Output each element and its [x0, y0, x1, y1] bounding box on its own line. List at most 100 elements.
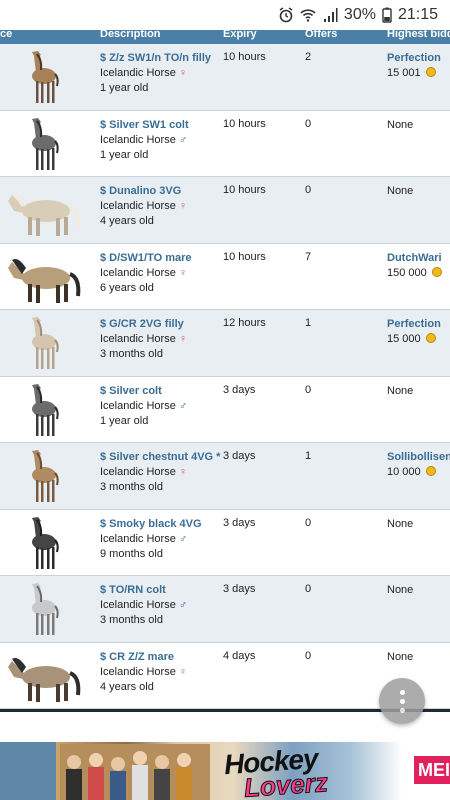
- horse-title-link[interactable]: $ G/CR 2VG filly: [100, 317, 187, 332]
- highest-bid-cell: None: [387, 650, 413, 665]
- table-row[interactable]: $ Z/z SW1/n TO/n filly Icelandic Horse ♀ 1 …: [0, 44, 450, 111]
- bid-amount: 15 001: [387, 66, 441, 81]
- horse-title-link[interactable]: $ Silver SW1 colt: [100, 118, 189, 133]
- horse-image[interactable]: [4, 514, 92, 572]
- expiry-cell: 12 hours: [223, 317, 266, 329]
- bidder-link[interactable]: DutchWari: [387, 251, 442, 266]
- bid-amount-value: 150 000: [387, 266, 427, 279]
- highest-bid-cell: DutchWari 150 000: [387, 251, 442, 281]
- horse-age: 9 months old: [100, 547, 163, 560]
- bidder-link[interactable]: Sollibollisen: [387, 450, 450, 465]
- table-row[interactable]: $ D/SW1/TO mare Icelandic Horse ♀ 6 years o…: [0, 243, 450, 310]
- ad-people-photo: [60, 744, 210, 800]
- offers-cell: 0: [305, 649, 312, 662]
- horse-title-link[interactable]: $ TO/RN colt: [100, 583, 187, 598]
- bidder-link[interactable]: Perfection: [387, 317, 441, 332]
- no-bid-text: None: [387, 384, 414, 397]
- bid-amount: 15 000: [387, 332, 441, 347]
- table-row[interactable]: $ Smoky black 4VG Icelandic Horse ♂ 9 month…: [0, 509, 450, 576]
- ad-banner[interactable]: Hockey Loverz MEI: [0, 742, 450, 800]
- clock: 21:15: [397, 6, 438, 23]
- expiry-cell: 3 days: [223, 583, 256, 595]
- horse-breed: Icelandic Horse ♀: [100, 266, 192, 281]
- horse-image[interactable]: [4, 580, 92, 638]
- horse-image[interactable]: [4, 115, 92, 173]
- battery-percent: 30%: [343, 6, 376, 23]
- no-bid-text: None: [387, 517, 414, 530]
- status-bar: 30% 21:15: [0, 0, 450, 30]
- more-options-button[interactable]: [379, 678, 425, 724]
- horse-description: $ Smoky black 4VG Icelandic Horse ♂ 9 month…: [100, 517, 202, 562]
- horse-image[interactable]: [4, 248, 92, 306]
- header-price[interactable]: ce: [0, 30, 12, 40]
- horse-image[interactable]: [4, 447, 92, 505]
- no-bid-text: None: [387, 185, 414, 197]
- coin-icon: [431, 266, 442, 277]
- breed-text: Icelandic Horse: [100, 599, 176, 611]
- header-expiry[interactable]: Expiry: [223, 30, 257, 40]
- horse-title-link[interactable]: $ Silver colt: [100, 384, 187, 399]
- alarm-icon: [279, 7, 293, 23]
- gender-icon: ♂: [178, 399, 188, 412]
- horse-title-link[interactable]: $ Silver chestnut 4VG *: [100, 450, 220, 465]
- signal-icon: [323, 8, 338, 22]
- gender-icon: ♂: [178, 133, 188, 146]
- horse-description: $ Silver SW1 colt Icelandic Horse ♂ 1 year …: [100, 118, 189, 163]
- offers-cell: 2: [305, 51, 312, 63]
- coin-icon: [425, 67, 436, 77]
- header-description[interactable]: Description: [100, 30, 161, 40]
- horse-age: 1 year old: [100, 414, 149, 427]
- gender-icon: ♀: [178, 466, 188, 478]
- bidder-link[interactable]: Perfection: [387, 51, 441, 66]
- more-vert-dot: [399, 707, 405, 713]
- ad-corner-label: MEI: [414, 756, 450, 784]
- horse-breed: Icelandic Horse ♀: [100, 199, 187, 214]
- horse-image[interactable]: [4, 381, 92, 439]
- horse-age: 3 months old: [100, 481, 163, 493]
- header-offers[interactable]: Offers: [305, 30, 337, 40]
- table-row[interactable]: $ Silver chestnut 4VG * Icelandic Horse ♀ 3…: [0, 443, 450, 510]
- horse-title-link[interactable]: $ Z/z SW1/n TO/n filly: [100, 51, 211, 66]
- bid-amount-value: 10 000: [387, 466, 421, 478]
- gender-icon: ♂: [178, 532, 188, 545]
- offers-cell: 7: [305, 250, 312, 263]
- expiry-cell: 10 hours: [223, 117, 266, 130]
- horse-title-link[interactable]: $ CR Z/Z mare: [100, 650, 187, 665]
- more-vert-icon: [399, 689, 405, 695]
- horse-image[interactable]: [4, 181, 92, 239]
- bid-amount-value: 15 001: [387, 67, 421, 79]
- bid-amount: 10 000: [387, 465, 450, 480]
- battery-icon: [382, 7, 392, 23]
- table-row[interactable]: $ G/CR 2VG filly Icelandic Horse ♀ 3 months…: [0, 310, 450, 377]
- horse-age: 4 years old: [100, 215, 154, 227]
- no-bid-text: None: [387, 584, 414, 596]
- horse-image[interactable]: [4, 48, 92, 106]
- expiry-cell: 3 days: [223, 450, 256, 462]
- horse-image[interactable]: [4, 647, 92, 705]
- horse-age: 6 years old: [100, 281, 154, 294]
- horse-title-link[interactable]: $ D/SW1/TO mare: [100, 251, 192, 266]
- horse-title-link[interactable]: $ Smoky black 4VG: [100, 517, 202, 532]
- expiry-cell: 3 days: [223, 383, 256, 396]
- table-row[interactable]: $ TO/RN colt Icelandic Horse ♂ 3 months old…: [0, 576, 450, 643]
- table-row[interactable]: $ Silver SW1 colt Icelandic Horse ♂ 1 year …: [0, 110, 450, 177]
- horse-image[interactable]: [4, 314, 92, 372]
- horse-description: $ CR Z/Z mare Icelandic Horse ♀ 4 years old: [100, 650, 187, 695]
- header-highest-bid[interactable]: Highest bidd: [387, 30, 450, 40]
- expiry-cell: 4 days: [223, 649, 256, 662]
- offers-cell: 1: [305, 450, 312, 462]
- highest-bid-cell: None: [387, 583, 413, 598]
- breed-text: Icelandic Horse: [100, 333, 176, 345]
- bid-amount-value: 15 000: [387, 333, 421, 345]
- table-row[interactable]: $ Dunalino 3VG Icelandic Horse ♀ 4 years ol…: [0, 177, 450, 244]
- horse-description: $ Silver chestnut 4VG * Icelandic Horse ♀ 3…: [100, 450, 220, 495]
- horse-title-link[interactable]: $ Dunalino 3VG: [100, 184, 187, 199]
- table-row[interactable]: $ Silver colt Icelandic Horse ♂ 1 year old 3…: [0, 376, 450, 443]
- horse-breed: Icelandic Horse ♂: [100, 598, 187, 613]
- highest-bid-cell: Sollibollisen 10 000: [387, 450, 450, 480]
- gender-icon: ♀: [178, 266, 188, 279]
- table-header: ce Description Expiry Offers Highest bid…: [0, 30, 450, 44]
- breed-text: Icelandic Horse: [100, 466, 176, 478]
- expiry-cell: 10 hours: [223, 250, 266, 263]
- highest-bid-cell: None: [387, 517, 413, 532]
